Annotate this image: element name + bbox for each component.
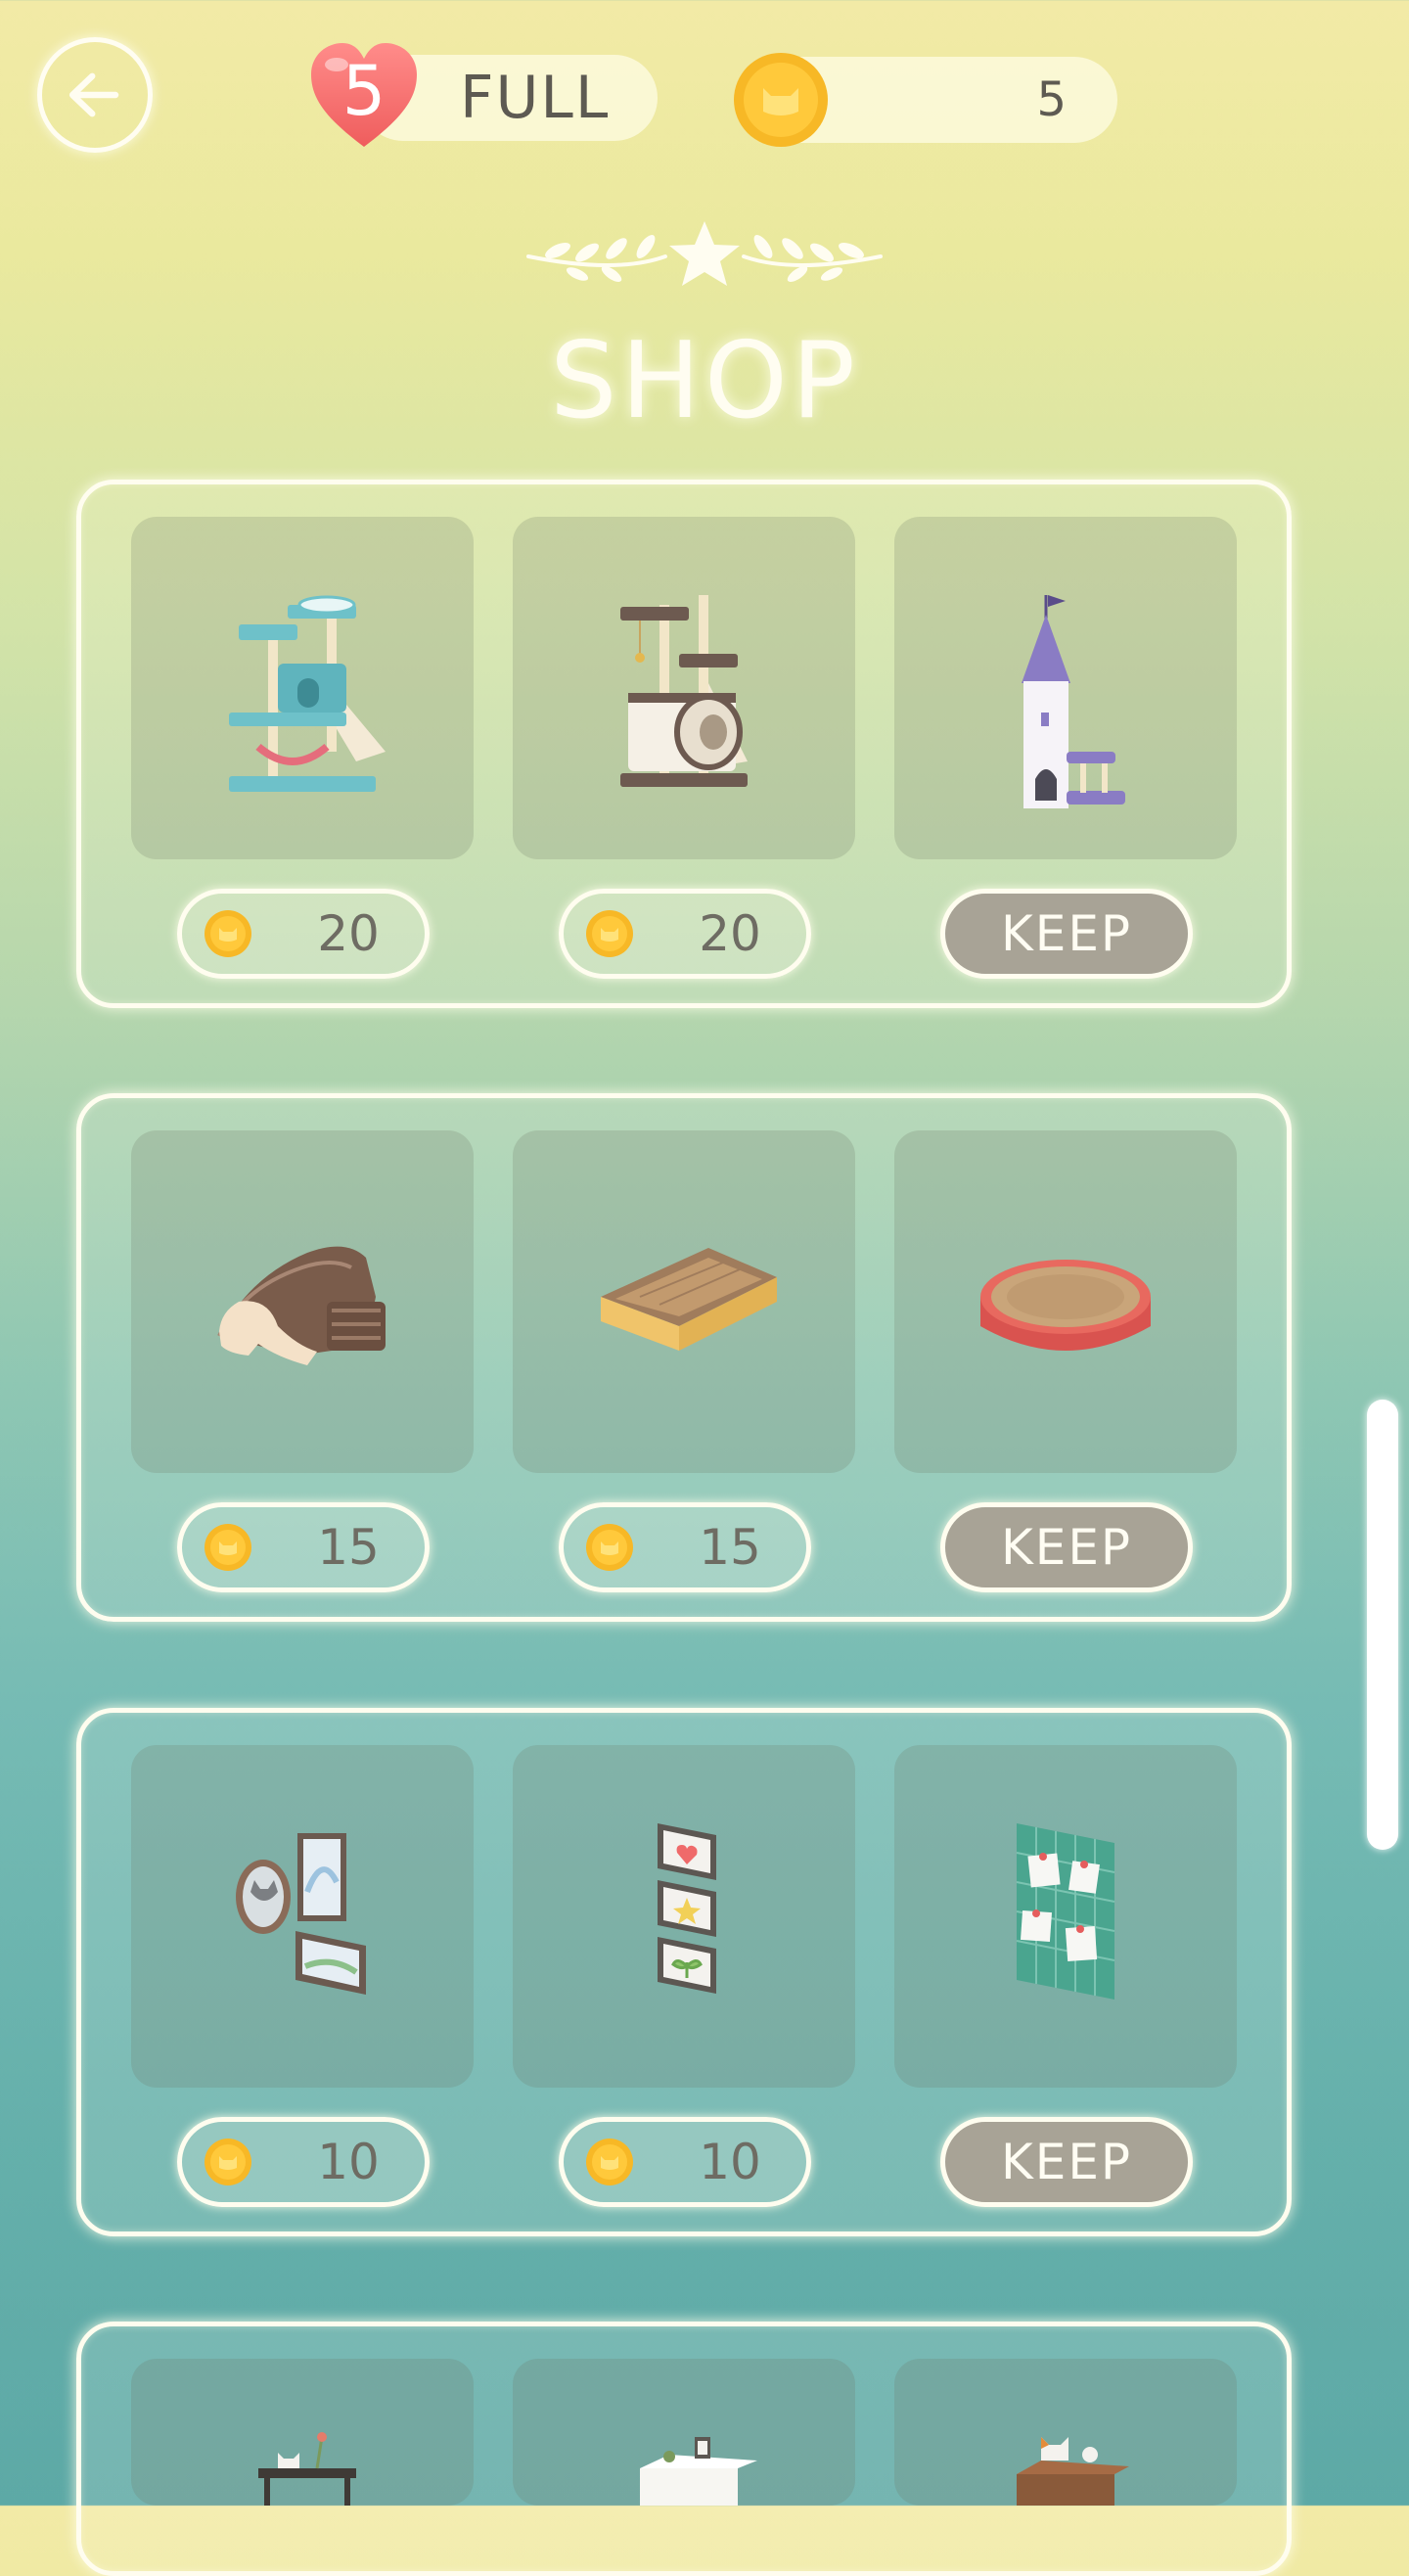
buy-button-wall-frames-vertical[interactable]: 10	[559, 2117, 811, 2207]
wooden-shelf-with-cat-icon	[1017, 2437, 1129, 2506]
cat-tree-teal-icon	[229, 595, 386, 792]
shop-item-white-cabinet[interactable]	[513, 2359, 855, 2506]
wall-frames-vertical-icon	[658, 1823, 716, 1994]
price-label: 10	[317, 2134, 380, 2190]
hearts-status: FULL	[460, 64, 611, 132]
coin-icon	[586, 910, 633, 957]
coin-icon	[205, 2139, 251, 2185]
shop-item-desk-with-cat[interactable]	[131, 2359, 474, 2506]
page-title: SHOP	[550, 320, 859, 442]
hearts-count: 5	[341, 51, 386, 131]
buy-button-wall-frames-mirror[interactable]: 10	[177, 2117, 430, 2207]
shop-item-cat-tree-brown[interactable]	[513, 517, 855, 859]
shop-item-wall-frames-vertical[interactable]	[513, 1745, 855, 2088]
shop-item-cat-scratcher-wave[interactable]	[131, 1130, 474, 1473]
price-label: 20	[699, 905, 761, 962]
coins-balance: 5	[1036, 72, 1067, 127]
coin-icon	[205, 1524, 251, 1571]
buy-button-cat-scratcher-box[interactable]: 15	[559, 1502, 811, 1592]
shop-item-cat-tree-teal[interactable]	[131, 517, 474, 859]
coin-icon	[734, 53, 828, 147]
shop-item-wooden-shelf-with-cat[interactable]	[894, 2359, 1237, 2506]
cat-tree-brown-icon	[620, 595, 748, 787]
cat-scratcher-box-icon	[601, 1248, 777, 1351]
coin-icon	[205, 910, 251, 957]
keep-button-cat-scratcher-round[interactable]: KEEP	[940, 1502, 1193, 1592]
coin-icon	[586, 2139, 633, 2185]
laurel-star-ornament	[526, 221, 883, 286]
buy-button-cat-scratcher-wave[interactable]: 15	[177, 1502, 430, 1592]
price-label: 20	[317, 905, 380, 962]
keep-button-wall-memo-board[interactable]: KEEP	[940, 2117, 1193, 2207]
shop-item-cat-castle-tower[interactable]	[894, 517, 1237, 859]
wall-memo-board-icon	[1016, 1823, 1115, 2000]
arrow-left-icon	[68, 72, 119, 117]
cat-scratcher-round-icon	[980, 1260, 1151, 1351]
shop-item-wall-memo-board[interactable]	[894, 1745, 1237, 2088]
shop-item-cat-scratcher-round[interactable]	[894, 1130, 1237, 1473]
buy-button-cat-tree-teal[interactable]: 20	[177, 889, 430, 979]
scrollbar-thumb[interactable]	[1367, 1400, 1398, 1850]
white-cabinet-icon	[640, 2437, 757, 2506]
cat-castle-tower-icon	[1022, 595, 1125, 808]
shop-item-wall-frames-mirror[interactable]	[131, 1745, 474, 2088]
shop-item-cat-scratcher-box[interactable]	[513, 1130, 855, 1473]
wall-frames-mirror-icon	[236, 1833, 366, 1995]
desk-with-cat-icon	[258, 2432, 356, 2506]
coin-icon	[586, 1524, 633, 1571]
price-label: 15	[699, 1519, 761, 1576]
price-label: 15	[317, 1519, 380, 1576]
back-button[interactable]	[37, 37, 153, 153]
price-label: 10	[699, 2134, 761, 2190]
keep-button-cat-castle-tower[interactable]: KEEP	[940, 889, 1193, 979]
cat-scratcher-wave-icon	[217, 1246, 386, 1365]
buy-button-cat-tree-brown[interactable]: 20	[559, 889, 811, 979]
